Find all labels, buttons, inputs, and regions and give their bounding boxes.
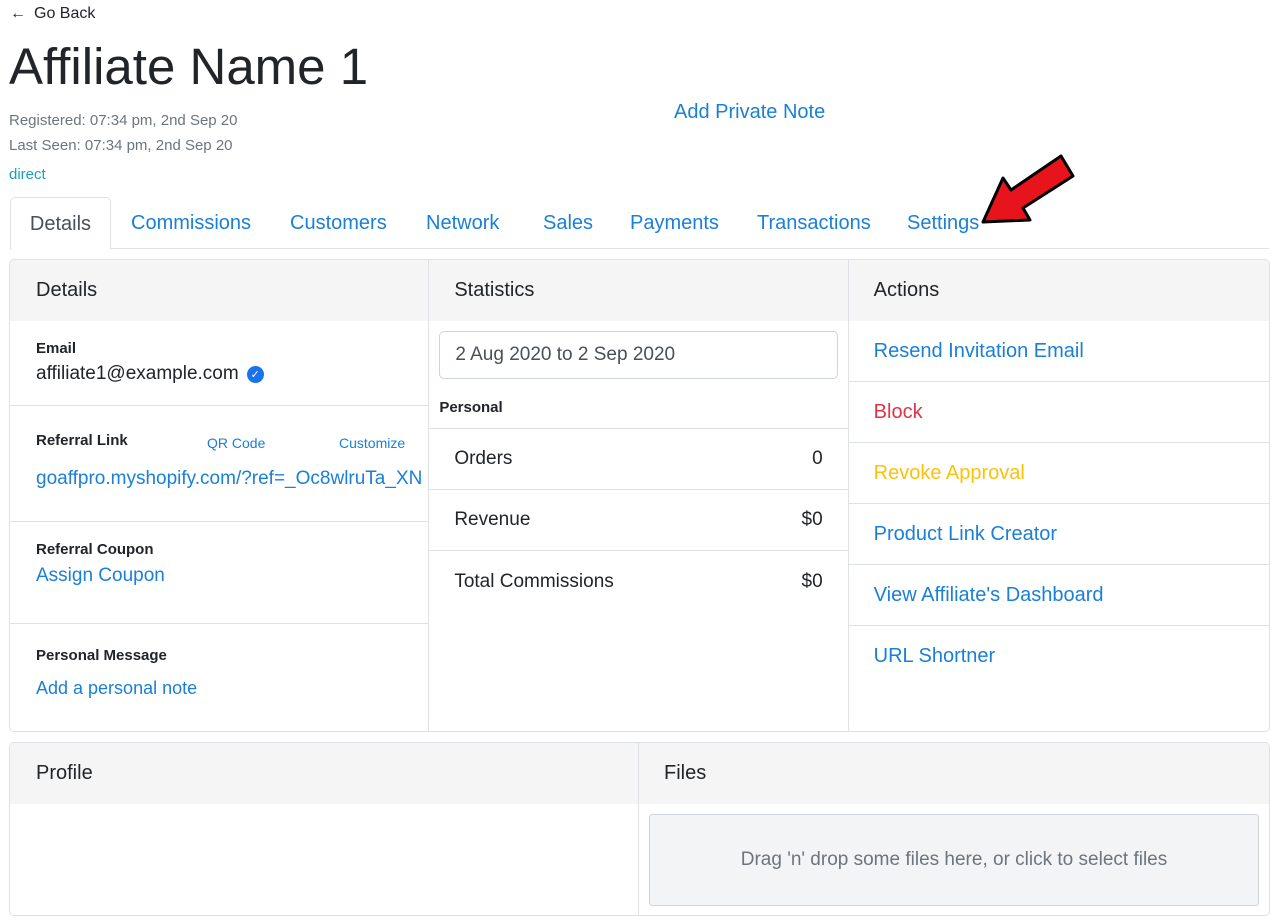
email-value: affiliate1@example.com xyxy=(36,363,239,384)
stat-value: $0 xyxy=(801,509,823,530)
referral-link-section: Referral Link QR Code Customize goaffpro… xyxy=(10,406,429,522)
tab-network[interactable]: Network xyxy=(426,197,499,249)
add-personal-note-link[interactable]: Add a personal note xyxy=(36,678,428,699)
personal-message-label: Personal Message xyxy=(36,647,167,664)
stat-value: $0 xyxy=(801,570,823,592)
personal-message-section: Personal Message Add a personal note xyxy=(10,624,428,699)
customize-link[interactable]: Customize xyxy=(339,435,405,451)
email-label: Email xyxy=(36,340,77,357)
tab-payments[interactable]: Payments xyxy=(630,197,719,249)
stat-label: Total Commissions xyxy=(454,570,614,592)
referral-coupon-section: Referral Coupon Assign Coupon xyxy=(10,522,429,624)
details-header: Details xyxy=(10,260,429,321)
page-title: Affiliate Name 1 xyxy=(9,38,369,95)
url-shortner-action[interactable]: URL Shortner xyxy=(849,626,1269,687)
product-link-creator-action[interactable]: Product Link Creator xyxy=(848,504,1269,565)
statistics-header: Statistics xyxy=(429,260,848,321)
tab-bar: Details Commissions Customers Network Sa… xyxy=(10,197,1269,250)
profile-files-cards: Profile Files Drag 'n' drop some files h… xyxy=(9,742,1270,916)
actions-card: Actions Resend Invitation Email Block Re… xyxy=(848,260,1269,731)
block-action[interactable]: Block xyxy=(848,382,1269,443)
assign-coupon-link[interactable]: Assign Coupon xyxy=(36,565,428,587)
actions-header: Actions xyxy=(848,260,1269,321)
source-badge-link[interactable]: direct xyxy=(9,166,46,183)
tab-sales[interactable]: Sales xyxy=(543,197,593,249)
stat-row-total-commissions: Total Commissions $0 xyxy=(429,551,847,612)
profile-header: Profile xyxy=(10,743,638,804)
add-private-note-link[interactable]: Add Private Note xyxy=(674,101,825,124)
stat-value: 0 xyxy=(812,448,823,469)
referral-coupon-label: Referral Coupon xyxy=(36,541,154,558)
stat-row-orders: Orders 0 xyxy=(429,429,848,490)
tab-details[interactable]: Details xyxy=(10,197,111,250)
file-dropzone[interactable]: Drag 'n' drop some files here, or click … xyxy=(649,814,1259,906)
verified-check-icon: ✓ xyxy=(246,365,264,383)
overview-cards: Details Email affiliate1@example.com ✓ R… xyxy=(9,259,1270,732)
qr-code-link[interactable]: QR Code xyxy=(207,435,265,451)
annotation-arrow-icon xyxy=(981,154,1075,224)
last-seen-text: Last Seen: 07:34 pm, 2nd Sep 20 xyxy=(9,137,233,154)
revoke-approval-action[interactable]: Revoke Approval xyxy=(848,443,1269,504)
tab-customers[interactable]: Customers xyxy=(290,197,387,249)
files-card: Files Drag 'n' drop some files here, or … xyxy=(639,743,1269,915)
statistics-card: Statistics 2 Aug 2020 to 2 Sep 2020 Pers… xyxy=(429,260,849,731)
registered-text: Registered: 07:34 pm, 2nd Sep 20 xyxy=(9,112,238,129)
tab-commissions[interactable]: Commissions xyxy=(131,197,251,249)
stat-label: Revenue xyxy=(454,509,531,530)
tab-settings[interactable]: Settings xyxy=(907,197,979,249)
email-section: Email affiliate1@example.com ✓ xyxy=(10,321,429,406)
resend-invitation-email-action[interactable]: Resend Invitation Email xyxy=(848,321,1269,382)
go-back-label: Go Back xyxy=(34,5,96,22)
details-card: Details Email affiliate1@example.com ✓ R… xyxy=(10,260,430,731)
referral-link-url[interactable]: goaffpro.myshopify.com/?ref=_Oc8wlruTa_X… xyxy=(36,468,428,490)
stat-row-revenue: Revenue $0 xyxy=(429,490,848,551)
arrow-left-icon: ← xyxy=(10,5,26,22)
stat-label: Orders xyxy=(454,448,513,469)
files-header: Files xyxy=(639,743,1269,804)
personal-section-label: Personal xyxy=(429,399,848,429)
date-range-input[interactable]: 2 Aug 2020 to 2 Sep 2020 xyxy=(439,331,838,379)
tab-transactions[interactable]: Transactions xyxy=(757,197,871,249)
email-row: affiliate1@example.com ✓ xyxy=(36,363,428,385)
view-affiliate-dashboard-action[interactable]: View Affiliate's Dashboard xyxy=(848,565,1269,626)
profile-card: Profile xyxy=(10,743,639,915)
go-back-link[interactable]: ← Go Back xyxy=(10,5,95,23)
